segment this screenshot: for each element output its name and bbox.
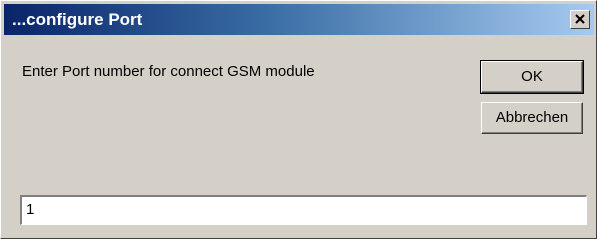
window-title: ...configure Port xyxy=(12,10,143,29)
ok-button[interactable]: OK xyxy=(480,60,584,94)
configure-port-dialog: ...configure Port Enter Port number for … xyxy=(0,0,597,239)
prompt-label: Enter Port number for connect GSM module xyxy=(22,63,315,80)
port-number-input[interactable]: 1 xyxy=(20,195,587,225)
close-button[interactable] xyxy=(570,10,590,29)
cancel-button[interactable]: Abbrechen xyxy=(481,102,583,134)
close-icon xyxy=(575,14,585,24)
title-bar[interactable]: ...configure Port xyxy=(4,4,594,35)
